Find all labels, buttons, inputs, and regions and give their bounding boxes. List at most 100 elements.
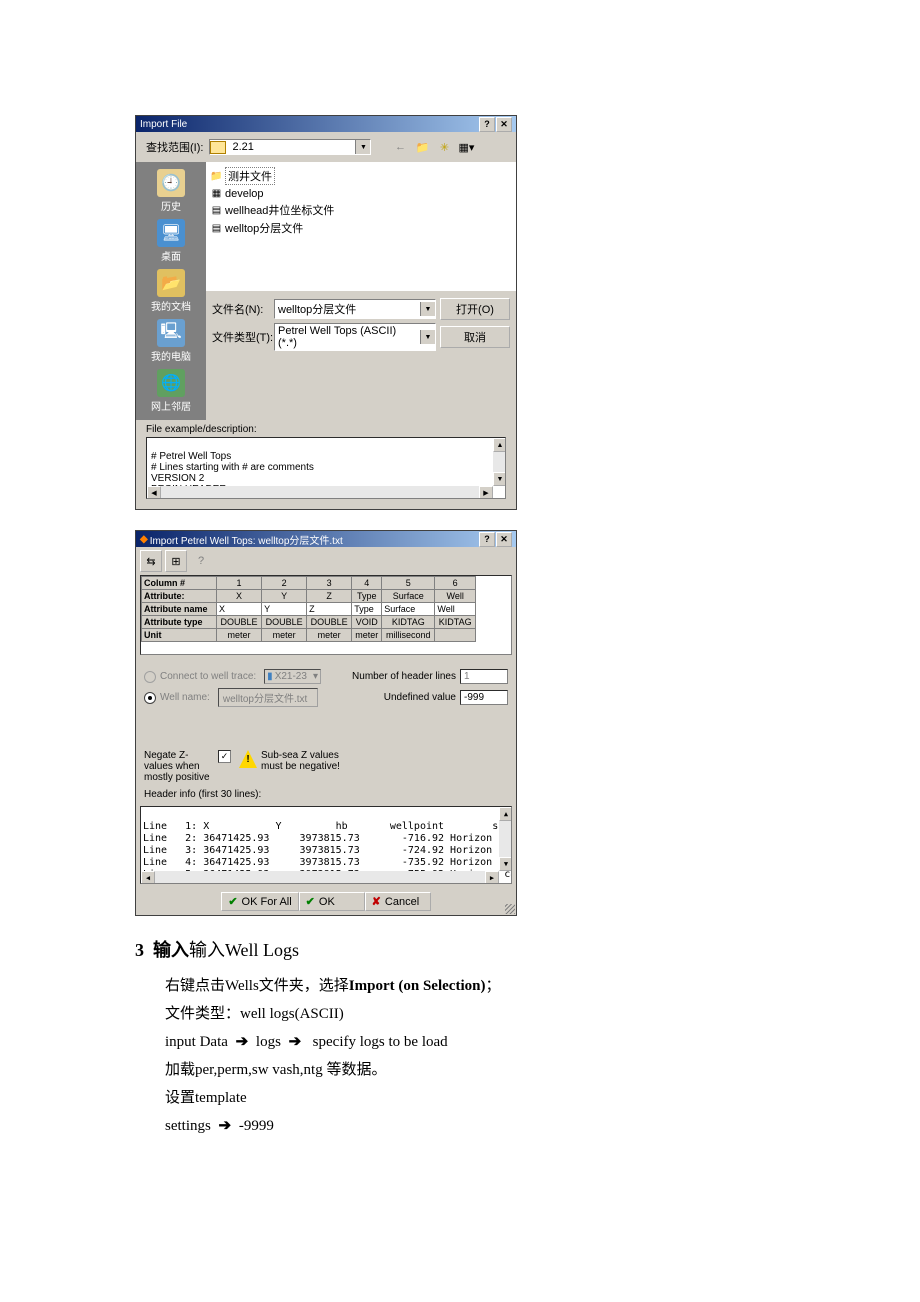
file-name: 测井文件 (225, 167, 275, 185)
scroll-right-icon[interactable]: ▶ (479, 486, 493, 499)
file-name: develop (225, 188, 264, 200)
back-icon[interactable]: ← (391, 138, 409, 156)
filetype-label: 文件类型(T): (212, 329, 274, 345)
view-menu-icon[interactable]: ▦▾ (457, 138, 475, 156)
instruction-line: input Data➔logs➔ specify logs to be load (165, 1028, 785, 1056)
places-sidebar: 🕘 历史 🖥 桌面 📂 我的文档 🖳 我的电脑 🌐 网上邻居 (136, 162, 206, 420)
filename-label: 文件名(N): (212, 301, 274, 317)
cancel-button[interactable]: 取消 (440, 326, 510, 348)
table-row: Attribute name X Y Z Type Surface Well (142, 603, 511, 616)
header-info-textbox[interactable]: Line 1: X Y hb wellpoint surface jinghao… (140, 806, 512, 884)
chevron-down-icon[interactable] (355, 140, 370, 154)
horizontal-scrollbar[interactable]: ◀ ▶ (147, 486, 493, 498)
negate-z-label: Negate Z-values when mostly positive (144, 750, 214, 783)
negate-z-checkbox[interactable]: ✓ (218, 750, 231, 763)
filename-input[interactable]: welltop分层文件 (274, 299, 436, 319)
table-row: Column # 1 2 3 4 5 6 (142, 577, 511, 590)
table-row: Attribute: X Y Z Type Surface Well (142, 590, 511, 603)
open-button[interactable]: 打开(O) (440, 298, 510, 320)
folder-icon: 📁 (210, 170, 223, 183)
file-list[interactable]: 📁 测井文件 ▦ develop ▤ wellhead井位坐标文件 ▤ well… (206, 162, 516, 291)
connect-trace-row: Connect to well trace: ▮ X21-23 ▾ Number… (144, 669, 508, 684)
file-icon: ▦ (210, 187, 223, 200)
close-icon[interactable]: ✕ (496, 117, 512, 132)
sidebar-documents[interactable]: 📂 我的文档 (151, 269, 191, 313)
folder-icon (210, 141, 226, 154)
example-textbox[interactable]: # Petrel Well Tops # Lines starting with… (146, 437, 506, 499)
network-icon: 🌐 (157, 369, 185, 397)
scroll-up-icon[interactable]: ▲ (493, 438, 506, 452)
section-heading: 3 输入输入Well Logs (135, 936, 785, 962)
file-icon: ▤ (210, 222, 223, 235)
help-icon[interactable]: ? (479, 532, 495, 547)
file-entry[interactable]: ▤ wellhead井位坐标文件 (210, 201, 512, 219)
documents-icon: 📂 (157, 269, 185, 297)
sidebar-desktop[interactable]: 🖥 桌面 (157, 219, 185, 263)
sidebar-history[interactable]: 🕘 历史 (157, 169, 185, 213)
file-name: wellhead井位坐标文件 (225, 202, 334, 218)
cancel-button[interactable]: ✘Cancel (365, 892, 431, 911)
tool-icon-1[interactable]: ⇆ (140, 550, 162, 572)
history-icon: 🕘 (157, 169, 185, 197)
check-icon: ✔ (306, 895, 315, 908)
scroll-left-icon[interactable]: ◀ (147, 486, 161, 499)
ok-button[interactable]: ✔OK (299, 892, 365, 911)
file-entry-folder[interactable]: 📁 测井文件 (210, 166, 512, 186)
scroll-right-icon[interactable]: ▶ (485, 871, 499, 884)
filetype-dropdown[interactable]: Petrel Well Tops (ASCII) (*.*) (274, 323, 436, 351)
scroll-down-icon[interactable]: ▼ (499, 857, 512, 871)
new-folder-icon[interactable]: ✳ (435, 138, 453, 156)
warning-icon: ! (239, 750, 257, 768)
vertical-scrollbar[interactable]: ▲ ▼ (499, 807, 511, 871)
arrow-icon: ➔ (281, 1028, 309, 1056)
attribute-table: Column # 1 2 3 4 5 6 Attribute: X Y Z Ty… (141, 576, 511, 642)
wellname-input: welltop分层文件.txt (218, 688, 318, 707)
chevron-down-icon[interactable] (420, 302, 435, 316)
ok-for-all-button[interactable]: ✔OK For All (221, 892, 298, 911)
table-row: Unit meter meter meter meter millisecond (142, 629, 511, 642)
header-lines-input[interactable]: 1 (460, 669, 508, 684)
arrow-icon: ➔ (228, 1028, 256, 1056)
section-number: 3 (135, 940, 144, 960)
horizontal-scrollbar[interactable]: ◀ ▶ (141, 871, 499, 883)
connect-trace-label: Connect to well trace: (160, 671, 256, 682)
chevron-down-icon[interactable] (420, 330, 435, 344)
file-entry[interactable]: ▦ develop (210, 186, 512, 201)
undefined-value-input[interactable]: -999 (460, 690, 508, 705)
header-info-label: Header info (first 30 lines): (144, 789, 508, 800)
x-icon: ✘ (372, 895, 381, 908)
trace-dropdown: ▮ X21-23 ▾ (264, 669, 321, 684)
import-welltops-dialog: ◆ Import Petrel Well Tops: welltop分层文件.t… (135, 530, 517, 916)
help-icon[interactable]: ? (479, 117, 495, 132)
window-title: Import File (140, 119, 478, 130)
titlebar: Import File ? ✕ (136, 116, 516, 132)
file-icon: ▤ (210, 204, 223, 217)
instruction-line: 加载per,perm,sw vash,ntg 等数据。 (165, 1056, 785, 1084)
check-icon: ✔ (228, 895, 237, 908)
computer-icon: 🖳 (157, 319, 185, 347)
close-icon[interactable]: ✕ (496, 532, 512, 547)
scroll-up-icon[interactable]: ▲ (499, 807, 512, 821)
sidebar-computer[interactable]: 🖳 我的电脑 (151, 319, 191, 363)
tool-icon-2[interactable]: ⊞ (165, 550, 187, 572)
up-folder-icon[interactable]: 📁 (413, 138, 431, 156)
negate-z-row: Negate Z-values when mostly positive ✓ !… (144, 750, 508, 783)
scroll-left-icon[interactable]: ◀ (141, 871, 155, 884)
look-in-value: 2.21 (229, 140, 355, 154)
undefined-value-label: Undefined value (384, 692, 456, 703)
example-label: File example/description: (146, 424, 506, 435)
vertical-scrollbar[interactable]: ▲ ▼ (493, 438, 505, 486)
wellname-label: Well name: (160, 692, 210, 703)
file-entry[interactable]: ▤ welltop分层文件 (210, 219, 512, 237)
window-title: Import Petrel Well Tops: welltop分层文件.txt (150, 532, 478, 547)
look-in-dropdown[interactable]: 2.21 (209, 139, 371, 155)
titlebar: ◆ Import Petrel Well Tops: welltop分层文件.t… (136, 531, 516, 547)
app-icon: ◆ (140, 534, 148, 545)
help-tool-icon[interactable]: ? (190, 550, 212, 572)
radio-icon[interactable] (144, 692, 156, 704)
scroll-down-icon[interactable]: ▼ (493, 472, 506, 486)
header-lines-label: Number of header lines (352, 671, 456, 682)
sidebar-network[interactable]: 🌐 网上邻居 (151, 369, 191, 413)
resize-grip-icon[interactable] (505, 904, 515, 914)
file-name: welltop分层文件 (225, 220, 303, 236)
